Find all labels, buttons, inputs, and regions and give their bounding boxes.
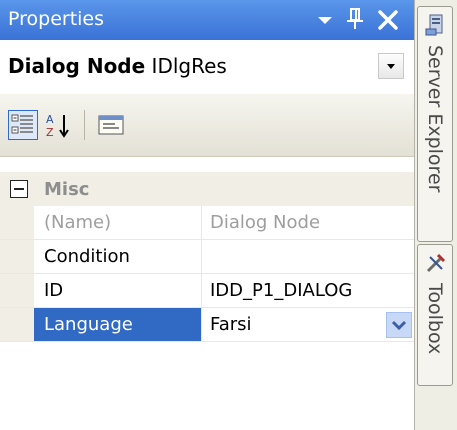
toolbox-label: Toolbox bbox=[424, 283, 446, 355]
property-row-condition[interactable]: Condition bbox=[0, 240, 414, 274]
property-value-input[interactable] bbox=[202, 240, 414, 273]
property-grid: Misc (Name) Dialog Node Condition ID IDD… bbox=[0, 172, 414, 342]
property-name-selected: Language bbox=[34, 308, 202, 341]
panel-title-bar[interactable]: Properties bbox=[0, 0, 414, 40]
properties-panel: Properties Dialog Node IDlgRes A Z Misc … bbox=[0, 0, 414, 430]
close-icon[interactable] bbox=[374, 6, 402, 34]
properties-toolbar: A Z bbox=[0, 94, 414, 157]
language-dropdown-button[interactable] bbox=[386, 312, 412, 338]
category-label: Misc bbox=[44, 179, 90, 200]
categorized-icon[interactable] bbox=[8, 110, 38, 140]
property-name: ID bbox=[34, 274, 202, 307]
property-value-input[interactable]: IDD_P1_DIALOG bbox=[202, 274, 414, 307]
window-position-dropdown-icon[interactable] bbox=[314, 8, 336, 30]
property-name: Condition bbox=[34, 240, 202, 273]
svg-text:Z: Z bbox=[46, 126, 54, 139]
chevron-down-icon bbox=[391, 320, 407, 331]
server-explorer-icon bbox=[424, 13, 448, 37]
server-explorer-label: Server Explorer bbox=[424, 45, 446, 193]
property-value: Dialog Node bbox=[210, 212, 321, 233]
language-value: Farsi bbox=[210, 314, 252, 335]
auto-hide-pin-icon[interactable] bbox=[344, 6, 366, 32]
property-row-name[interactable]: (Name) Dialog Node bbox=[0, 206, 414, 240]
panel-title: Properties bbox=[8, 8, 105, 30]
toolbar-separator bbox=[84, 110, 85, 140]
side-tab-strip: Server Explorer Toolbox bbox=[414, 0, 457, 430]
toolbox-icon bbox=[424, 251, 448, 275]
property-name: (Name) bbox=[34, 206, 202, 239]
property-pages-icon[interactable] bbox=[96, 110, 126, 140]
object-id-label: IDlgRes bbox=[151, 54, 227, 78]
chevron-down-icon bbox=[387, 64, 395, 69]
property-row-id[interactable]: ID IDD_P1_DIALOG bbox=[0, 274, 414, 308]
tab-server-explorer[interactable]: Server Explorer bbox=[417, 6, 453, 242]
object-selector[interactable]: Dialog Node IDlgRes bbox=[2, 41, 412, 91]
category-row-misc[interactable]: Misc bbox=[0, 172, 414, 206]
tab-toolbox[interactable]: Toolbox bbox=[417, 244, 453, 386]
object-selector-dropdown-button[interactable] bbox=[378, 53, 404, 79]
object-type-label: Dialog Node bbox=[8, 54, 146, 78]
property-value-select[interactable]: Farsi bbox=[202, 308, 414, 341]
svg-text:A: A bbox=[46, 113, 54, 126]
alphabetical-sort-icon[interactable]: A Z bbox=[44, 110, 74, 140]
property-row-language[interactable]: Language Farsi bbox=[0, 308, 414, 342]
collapse-icon[interactable] bbox=[10, 180, 28, 198]
